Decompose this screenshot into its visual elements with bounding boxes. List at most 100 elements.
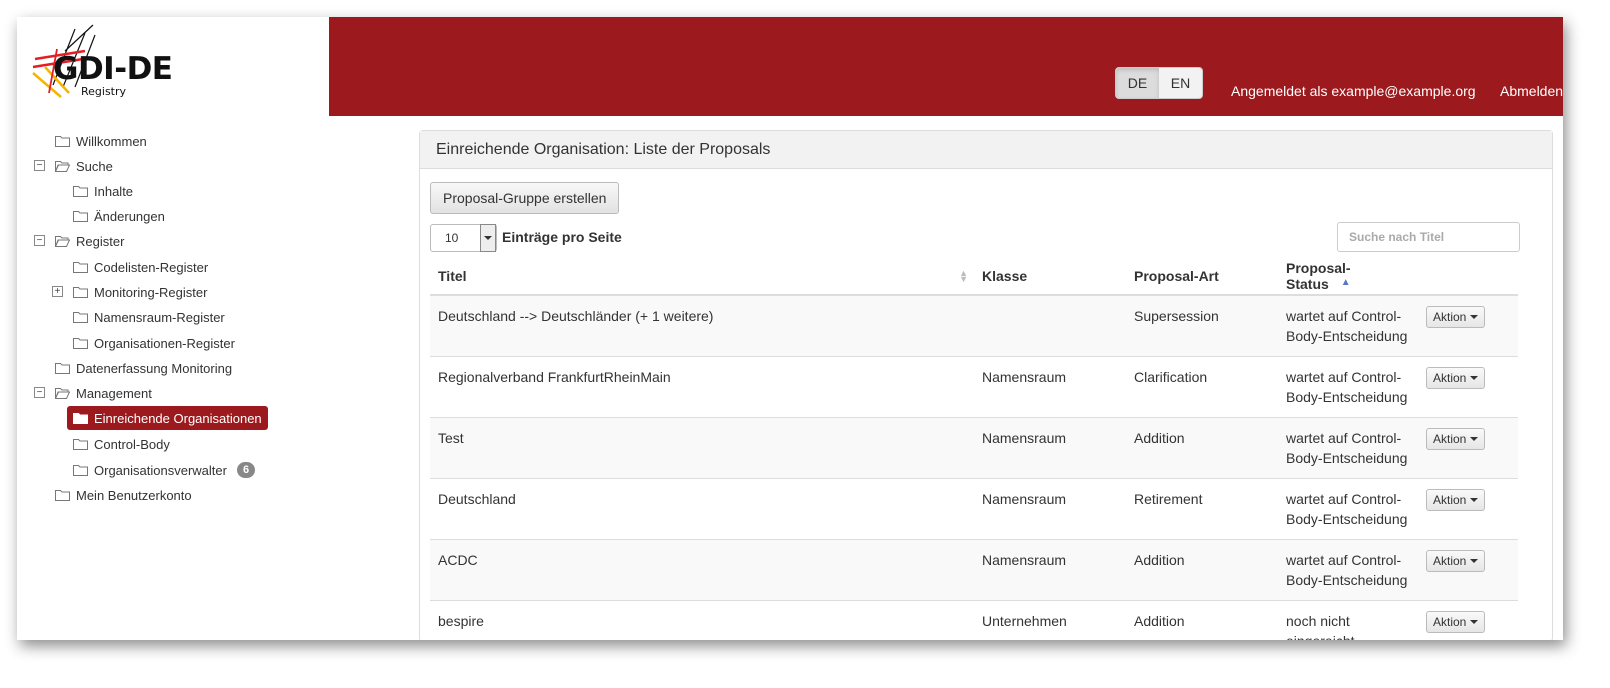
sidebar-item-label: Management — [76, 385, 152, 401]
sort-both-icon: ▲ ▼ — [959, 268, 968, 284]
sidebar-item-label: Mein Benutzerkonto — [76, 487, 192, 503]
chevron-down-icon[interactable] — [480, 224, 496, 252]
sidebar-item-organisationen-register[interactable]: Organisationen-Register — [73, 332, 235, 354]
sidebar-item-codelisten-register[interactable]: Codelisten-Register — [73, 256, 208, 278]
logo-text: GDI-DE — [53, 51, 173, 87]
action-dropdown-button[interactable]: Aktion — [1426, 611, 1486, 633]
caret-down-icon — [1470, 620, 1479, 624]
cell-art: Addition — [1126, 539, 1278, 601]
lang-en-button[interactable]: EN — [1159, 68, 1202, 98]
sidebar-item-einreichende-organisationen[interactable]: Einreichende Organisationen — [67, 406, 268, 430]
column-header-actions — [1418, 258, 1518, 296]
cell-title: Regionalverband FrankfurtRheinMain — [430, 356, 974, 418]
sidebar-item-label: Organisationen-Register — [94, 335, 235, 351]
column-header-titel[interactable]: Titel ▲ ▼ — [430, 258, 974, 296]
cell-status: wartet auf Control-Body-Entscheidung — [1278, 539, 1418, 601]
table-row[interactable]: Regionalverband FrankfurtRheinMain Namen… — [430, 356, 1518, 418]
sidebar-item-label: Einreichende Organisationen — [94, 410, 262, 426]
cell-klasse: Unternehmen — [974, 600, 1126, 640]
action-dropdown-button[interactable]: Aktion — [1426, 367, 1486, 389]
folder-icon — [73, 186, 88, 197]
search-title-input[interactable] — [1337, 222, 1520, 252]
cell-art: Addition — [1126, 600, 1278, 640]
folder-icon — [55, 136, 70, 147]
column-header-klasse[interactable]: Klasse — [974, 258, 1126, 296]
create-proposal-group-button[interactable]: Proposal-Gruppe erstellen — [430, 182, 620, 214]
sort-ascending-icon: ▲ — [1340, 277, 1351, 288]
collapse-toggle-icon[interactable]: − — [34, 235, 45, 246]
app-window: GDI-DE Registry DE EN Angemeldet als exa… — [17, 17, 1563, 640]
sidebar-item-label: Änderungen — [94, 208, 165, 224]
column-header-proposal-status[interactable]: Proposal-Status ▲ — [1278, 258, 1418, 296]
table-row[interactable]: Deutschland --> Deutschländer (+ 1 weite… — [430, 294, 1518, 357]
action-dropdown-button[interactable]: Aktion — [1426, 428, 1486, 450]
caret-down-icon — [1470, 437, 1479, 441]
action-dropdown-button[interactable]: Aktion — [1426, 489, 1486, 511]
login-status: Angemeldet als example@example.org — [1231, 83, 1476, 99]
sidebar-item-organisationsverwalter[interactable]: Organisationsverwalter 6 — [73, 459, 256, 481]
sidebar-item-suche[interactable]: Suche — [55, 155, 113, 177]
sidebar-item-inhalte[interactable]: Inhalte — [73, 180, 133, 202]
sidebar-item-label: Control-Body — [94, 436, 170, 452]
sidebar-item-control-body[interactable]: Control-Body — [73, 433, 170, 455]
lang-de-button[interactable]: DE — [1116, 68, 1159, 98]
sidebar-item-label: Monitoring-Register — [94, 284, 208, 300]
panel-title: Einreichende Organisation: Liste der Pro… — [420, 131, 1552, 169]
cell-title: bespire — [430, 600, 974, 640]
page-size-value: 10 — [445, 231, 459, 245]
folder-icon — [73, 413, 88, 424]
cell-status: wartet auf Control-Body-Entscheidung — [1278, 417, 1418, 479]
caret-down-icon — [1470, 498, 1479, 502]
collapse-toggle-icon[interactable]: − — [34, 160, 45, 171]
folder-icon — [73, 312, 88, 323]
table-row[interactable]: Test Namensraum Addition wartet auf Cont… — [430, 417, 1518, 479]
cell-art: Retirement — [1126, 478, 1278, 540]
cell-title: Deutschland — [430, 478, 974, 540]
sidebar-item-mein-benutzerkonto[interactable]: Mein Benutzerkonto — [55, 484, 192, 506]
table-header-row: Titel ▲ ▼ Klasse Proposal-Art Proposal-St… — [430, 258, 1518, 296]
sidebar-item-willkommen[interactable]: Willkommen — [55, 130, 147, 152]
sidebar-item-register[interactable]: Register — [55, 230, 124, 252]
cell-klasse: Namensraum — [974, 539, 1126, 601]
cell-klasse: Namensraum — [974, 356, 1126, 418]
logout-link[interactable]: Abmelden — [1500, 83, 1563, 99]
sidebar-item-aenderungen[interactable]: Änderungen — [73, 205, 165, 227]
table-row[interactable]: bespire Unternehmen Addition noch nicht … — [430, 600, 1518, 640]
sidebar-item-namensraum-register[interactable]: Namensraum-Register — [73, 306, 225, 328]
sidebar-item-monitoring-register[interactable]: Monitoring-Register — [73, 281, 207, 303]
header-bar — [329, 17, 1563, 116]
folder-open-icon — [55, 236, 70, 247]
expand-toggle-icon[interactable]: + — [52, 286, 63, 297]
cell-art: Addition — [1126, 417, 1278, 479]
page-size-select[interactable]: 10 — [430, 224, 497, 252]
cell-status: wartet auf Control-Body-Entscheidung — [1278, 294, 1418, 357]
action-dropdown-button[interactable]: Aktion — [1426, 306, 1486, 328]
action-dropdown-button[interactable]: Aktion — [1426, 550, 1486, 572]
cell-status: noch nicht eingereicht — [1278, 600, 1418, 640]
sidebar-item-datenerfassung-monitoring[interactable]: Datenerfassung Monitoring — [55, 357, 232, 379]
sidebar-item-label: Register — [76, 233, 125, 249]
folder-icon — [73, 465, 88, 476]
folder-icon — [73, 262, 88, 273]
folder-icon — [73, 211, 88, 222]
proposals-table: Titel ▲ ▼ Klasse Proposal-Art Proposal-St… — [430, 258, 1518, 640]
logo-area: GDI-DE Registry — [17, 17, 329, 116]
caret-down-icon — [1470, 559, 1479, 563]
language-switcher: DE EN — [1115, 67, 1203, 99]
caret-down-icon — [1470, 315, 1479, 319]
sidebar-item-label: Datenerfassung Monitoring — [76, 360, 233, 376]
cell-status: wartet auf Control-Body-Entscheidung — [1278, 356, 1418, 418]
collapse-toggle-icon[interactable]: − — [34, 387, 45, 398]
cell-title: ACDC — [430, 539, 974, 601]
table-row[interactable]: Deutschland Namensraum Retirement wartet… — [430, 478, 1518, 540]
folder-icon — [55, 490, 70, 501]
cell-status: wartet auf Control-Body-Entscheidung — [1278, 478, 1418, 540]
logo-subtitle: Registry — [81, 85, 127, 98]
page-size-control: 10 Einträge pro Seite — [430, 224, 622, 252]
table-row[interactable]: ACDC Namensraum Addition wartet auf Cont… — [430, 539, 1518, 601]
count-badge: 6 — [236, 462, 256, 478]
column-header-proposal-art[interactable]: Proposal-Art — [1126, 258, 1278, 296]
cell-art: Clarification — [1126, 356, 1278, 418]
cell-klasse — [974, 294, 1126, 357]
sidebar-item-management[interactable]: Management — [55, 382, 152, 404]
